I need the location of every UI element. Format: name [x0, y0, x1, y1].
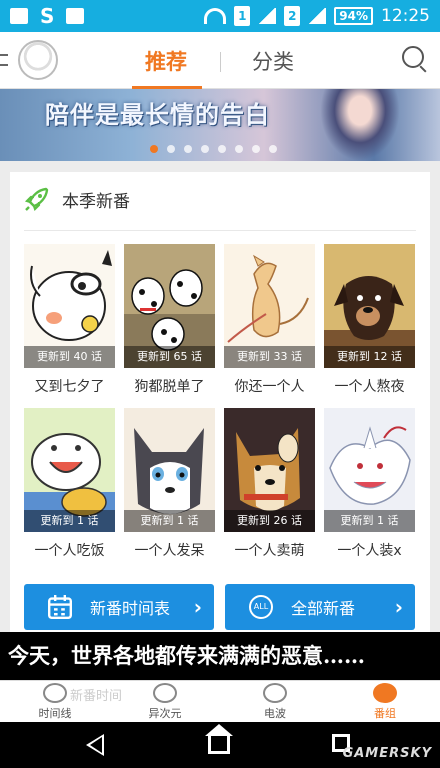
schedule-button-label: 新番时间表 — [90, 599, 171, 618]
status-bar: S 1 2 94% 12:25 — [0, 0, 440, 32]
wave-icon — [263, 683, 287, 703]
home-icon[interactable] — [205, 724, 233, 754]
subtitle-overlay: 今天，世界各地都传来满满的恶意…… — [0, 632, 440, 680]
anime-card[interactable]: 更新到 1 话 一个人发呆 — [124, 408, 215, 560]
all-circle-icon: ALL — [249, 595, 273, 619]
episode-badge: 更新到 1 话 — [24, 510, 115, 532]
anime-thumbnail[interactable]: 更新到 65 话 — [124, 244, 215, 368]
episode-badge: 更新到 1 话 — [324, 510, 415, 532]
anime-title: 狗都脱单了 — [134, 379, 205, 395]
tab-divider — [220, 52, 221, 72]
anime-thumbnail[interactable]: 更新到 26 话 — [224, 408, 315, 532]
play-icon — [373, 683, 397, 703]
carousel-dot[interactable] — [218, 145, 226, 153]
anime-title: 一个人卖萌 — [234, 543, 305, 559]
anime-thumbnail[interactable]: 更新到 1 话 — [24, 408, 115, 532]
banner-carousel[interactable]: 陪伴是最长情的告白 — [0, 89, 440, 161]
signal1-icon — [258, 8, 277, 24]
anime-card[interactable]: 更新到 12 话 一个人熬夜 — [324, 244, 415, 396]
carousel-dot[interactable] — [235, 145, 243, 153]
rocket-icon — [24, 187, 49, 212]
nav-programs[interactable]: 番组 — [350, 681, 420, 723]
carousel-dot[interactable] — [184, 145, 192, 153]
calendar-icon — [48, 595, 72, 619]
watermark: GAMERSKY — [342, 746, 432, 761]
banner-text: 陪伴是最长情的告白 — [45, 101, 270, 129]
episode-badge: 更新到 12 话 — [324, 346, 415, 368]
signal2-icon — [308, 8, 327, 24]
episode-badge: 更新到 65 话 — [124, 346, 215, 368]
all-anime-button[interactable]: ALL 全部新番 › — [225, 584, 415, 630]
app-header: 推荐 分类 — [0, 32, 440, 89]
carousel-dot[interactable] — [150, 145, 158, 153]
anime-thumbnail[interactable]: 更新到 1 话 — [124, 408, 215, 532]
carousel-dot[interactable] — [252, 145, 260, 153]
anime-thumbnail[interactable]: 更新到 1 话 — [324, 408, 415, 532]
sim2-icon: 2 — [284, 6, 301, 26]
nav-dimension[interactable]: 异次元 — [130, 681, 200, 723]
menu-icon[interactable] — [0, 54, 8, 66]
nav-radio[interactable]: 电波 — [240, 681, 310, 723]
carrier-s-icon: S — [40, 4, 55, 28]
nav-label: 电波 — [264, 707, 286, 720]
wifi-icon — [204, 8, 227, 24]
carousel-dot[interactable] — [167, 145, 175, 153]
no-sim-icon — [66, 8, 85, 24]
anime-card[interactable]: 更新到 1 话 一个人吃饭 — [24, 408, 115, 560]
section-divider — [24, 230, 416, 231]
bottom-nav: 新番时间 时间线 异次元 电波 番组 — [0, 680, 440, 722]
anime-title: 一个人熬夜 — [334, 379, 405, 395]
system-nav-bar: GAMERSKY — [0, 722, 440, 768]
episode-badge: 更新到 26 话 — [224, 510, 315, 532]
nav-label: 时间线 — [38, 707, 72, 720]
anime-card[interactable]: 更新到 65 话 狗都脱单了 — [124, 244, 215, 396]
nav-timeline[interactable]: 时间线 — [20, 681, 90, 723]
anime-thumbnail[interactable]: 更新到 12 话 — [324, 244, 415, 368]
anime-title: 一个人发呆 — [134, 543, 205, 559]
anime-title: 一个人装x — [337, 543, 402, 559]
section-title: 本季新番 — [62, 191, 130, 212]
chevron-right-icon: › — [394, 595, 403, 619]
nav-label: 番组 — [374, 707, 396, 720]
clock-icon — [43, 683, 67, 703]
anime-title: 又到七夕了 — [34, 379, 105, 395]
sim1-icon: 1 — [234, 6, 251, 26]
episode-badge: 更新到 33 话 — [224, 346, 315, 368]
all-anime-button-label: 全部新番 — [291, 599, 356, 618]
new-season-card: 本季新番 更新到 40 话 又到七夕了 更新到 65 话 狗都脱单了 更新到 3… — [10, 172, 430, 632]
anime-card[interactable]: 更新到 40 话 又到七夕了 — [24, 244, 115, 396]
banner-character-image — [320, 89, 400, 161]
carousel-dot[interactable] — [269, 145, 277, 153]
anime-card[interactable]: 更新到 26 话 一个人卖萌 — [224, 408, 315, 560]
chevron-right-icon: › — [193, 595, 202, 619]
search-icon[interactable] — [402, 46, 424, 68]
tab-recommend[interactable]: 推荐 — [145, 46, 187, 76]
back-icon[interactable] — [86, 734, 104, 756]
anime-card[interactable]: 更新到 1 话 一个人装x — [324, 408, 415, 560]
anime-card[interactable]: 更新到 33 话 你还一个人 — [224, 244, 315, 396]
face-icon — [153, 683, 177, 703]
tab-category[interactable]: 分类 — [252, 46, 294, 76]
anime-title: 你还一个人 — [234, 379, 305, 395]
avatar[interactable] — [18, 40, 58, 80]
battery-indicator: 94% — [334, 7, 373, 25]
anime-title: 一个人吃饭 — [34, 543, 105, 559]
anime-thumbnail[interactable]: 更新到 40 话 — [24, 244, 115, 368]
nav-label: 异次元 — [148, 707, 182, 720]
gallery-notification-icon — [10, 8, 28, 24]
episode-badge: 更新到 1 话 — [124, 510, 215, 532]
clock: 12:25 — [381, 6, 430, 26]
anime-thumbnail[interactable]: 更新到 33 话 — [224, 244, 315, 368]
episode-badge: 更新到 40 话 — [24, 346, 115, 368]
section-header: 本季新番 — [24, 186, 130, 212]
schedule-button[interactable]: 新番时间表 › — [24, 584, 214, 630]
carousel-dot[interactable] — [201, 145, 209, 153]
carousel-dots — [150, 145, 277, 153]
